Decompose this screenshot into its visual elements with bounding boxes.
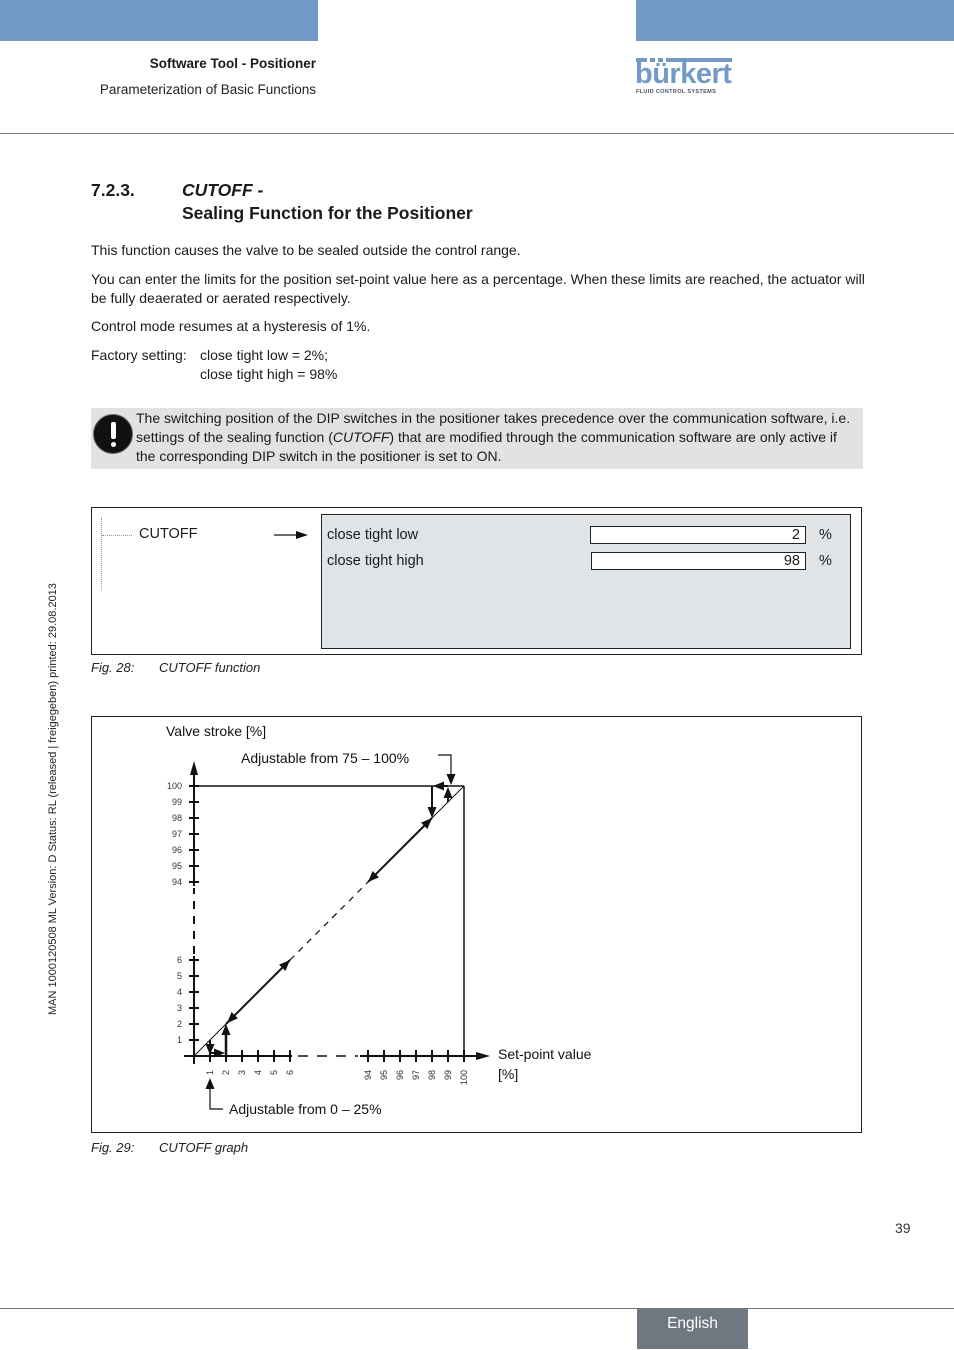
y-axis-arrow-icon xyxy=(190,761,198,775)
factory-setting-low: close tight low = 2%; xyxy=(200,347,329,363)
x-tick-label: 95 xyxy=(379,1070,389,1080)
annotation-bottom: Adjustable from 0 – 25% xyxy=(229,1101,382,1117)
characteristic-line-high xyxy=(367,817,433,883)
document-info-vertical: MAN 1000120508 ML Version: D Status: RL … xyxy=(47,583,59,1015)
footer-divider xyxy=(0,1308,954,1309)
y-tick-label: 6 xyxy=(177,955,182,965)
paragraph-1: This function causes the valve to be sea… xyxy=(91,242,521,258)
y-axis-label: Valve stroke [%] xyxy=(166,723,266,739)
language-tab[interactable]: English xyxy=(637,1308,748,1349)
x-tick-label: 2 xyxy=(221,1070,231,1075)
arrow-up-icon xyxy=(443,787,453,798)
page-number: 39 xyxy=(895,1220,911,1236)
y-tick-label: 96 xyxy=(172,845,182,855)
y-tick-label: 98 xyxy=(172,813,182,823)
x-tick-label: 99 xyxy=(443,1070,453,1080)
fig28-caption-number: Fig. 28: xyxy=(91,660,135,675)
x-tick-label: 4 xyxy=(253,1070,263,1075)
cutoff-function-figure: CUTOFF close tight low 2 % close tight h… xyxy=(91,507,862,655)
tree-vertical-line xyxy=(101,518,102,590)
arrow-left-icon xyxy=(433,781,444,791)
exclamation-icon xyxy=(93,414,133,454)
x-tick-label: 6 xyxy=(285,1070,295,1075)
section-title-dash: - xyxy=(252,180,264,200)
header-accent-bar-right xyxy=(636,0,954,41)
annotation-top-leader xyxy=(438,754,452,776)
arrow-up-icon xyxy=(221,1024,231,1035)
arrow-down-icon xyxy=(446,774,456,785)
x-tick-label: 97 xyxy=(411,1070,421,1080)
annotation-top: Adjustable from 75 – 100% xyxy=(241,750,409,766)
characteristic-dashed-high xyxy=(331,881,369,919)
tree-item-cutoff[interactable]: CUTOFF xyxy=(139,526,198,542)
fig28-caption-text: CUTOFF function xyxy=(159,660,261,675)
section-title-line2: Sealing Function for the Positioner xyxy=(182,203,473,223)
y-tick-label: 5 xyxy=(177,971,182,981)
x-tick-label: 96 xyxy=(395,1070,405,1080)
burkert-logo: bürkert FLUID CONTROL SYSTEMS xyxy=(635,58,732,98)
logo-wordmark: bürkert xyxy=(635,58,732,90)
x-tick-label: 5 xyxy=(269,1070,279,1075)
y-tick-label: 95 xyxy=(172,861,182,871)
arrow-right-icon xyxy=(274,531,308,539)
section-number: 7.2.3. xyxy=(91,180,135,200)
tree-horizontal-line xyxy=(102,535,132,536)
annotation-bottom-leader xyxy=(209,1088,223,1110)
x-tick-label: 3 xyxy=(237,1070,247,1075)
close-tight-high-label: close tight high xyxy=(327,553,424,569)
arrow-up-icon xyxy=(205,1078,215,1089)
y-tick-label: 3 xyxy=(177,1003,182,1013)
header-subtitle: Parameterization of Basic Functions xyxy=(99,82,316,97)
cutoff-settings-panel: close tight low 2 % close tight high 98 … xyxy=(321,514,851,649)
cutoff-graph-figure: Valve stroke [%] Adjustable from 75 – 10… xyxy=(91,716,862,1133)
fig29-caption-text: CUTOFF graph xyxy=(159,1140,249,1155)
header-divider xyxy=(0,133,954,134)
paragraph-2: You can enter the limits for the positio… xyxy=(91,271,865,306)
y-tick-label: 99 xyxy=(172,797,182,807)
x-axis-arrow-icon xyxy=(476,1052,490,1060)
y-tick-label: 4 xyxy=(177,987,182,997)
cutoff-graph: Valve stroke [%] Adjustable from 75 – 10… xyxy=(166,723,592,1117)
arrow-down-icon xyxy=(427,807,437,818)
characteristic-line-low xyxy=(225,959,291,1025)
close-tight-low-label: close tight low xyxy=(327,527,419,543)
x-tick-label: 1 xyxy=(205,1070,215,1075)
warning-note: The switching position of the DIP switch… xyxy=(91,408,863,469)
y-tick-label: 2 xyxy=(177,1019,182,1029)
logo-tagline: FLUID CONTROL SYSTEMS xyxy=(636,89,717,95)
y-tick-label: 100 xyxy=(167,781,182,791)
header-title: Software Tool - Positioner xyxy=(149,56,316,71)
x-tick-label: 100 xyxy=(459,1070,469,1085)
close-tight-high-input[interactable]: 98 xyxy=(591,552,806,570)
factory-setting-label: Factory setting: xyxy=(91,347,187,363)
close-tight-high-unit: % xyxy=(819,553,832,569)
section-title-line1: CUTOFF - xyxy=(182,180,263,201)
paragraph-3: Control mode resumes at a hysteresis of … xyxy=(91,318,371,334)
y-tick-label: 97 xyxy=(172,829,182,839)
x-axis-label-line1: Set-point value xyxy=(498,1046,592,1062)
y-tick-label: 94 xyxy=(172,877,182,887)
fig29-caption-number: Fig. 29: xyxy=(91,1140,135,1155)
note-text-italic: CUTOFF xyxy=(332,429,390,445)
note-text: The switching position of the DIP switch… xyxy=(136,409,856,466)
x-tick-label: 98 xyxy=(427,1070,437,1080)
close-tight-low-unit: % xyxy=(819,527,832,543)
close-tight-low-input[interactable]: 2 xyxy=(590,526,806,544)
x-tick-label: 94 xyxy=(363,1070,373,1080)
section-title-italic: CUTOFF xyxy=(182,180,253,200)
x-axis-label-line2: [%] xyxy=(498,1066,518,1082)
y-tick-label: 1 xyxy=(177,1035,182,1045)
header-accent-bar-left xyxy=(0,0,318,41)
factory-setting-high: close tight high = 98% xyxy=(200,366,338,382)
